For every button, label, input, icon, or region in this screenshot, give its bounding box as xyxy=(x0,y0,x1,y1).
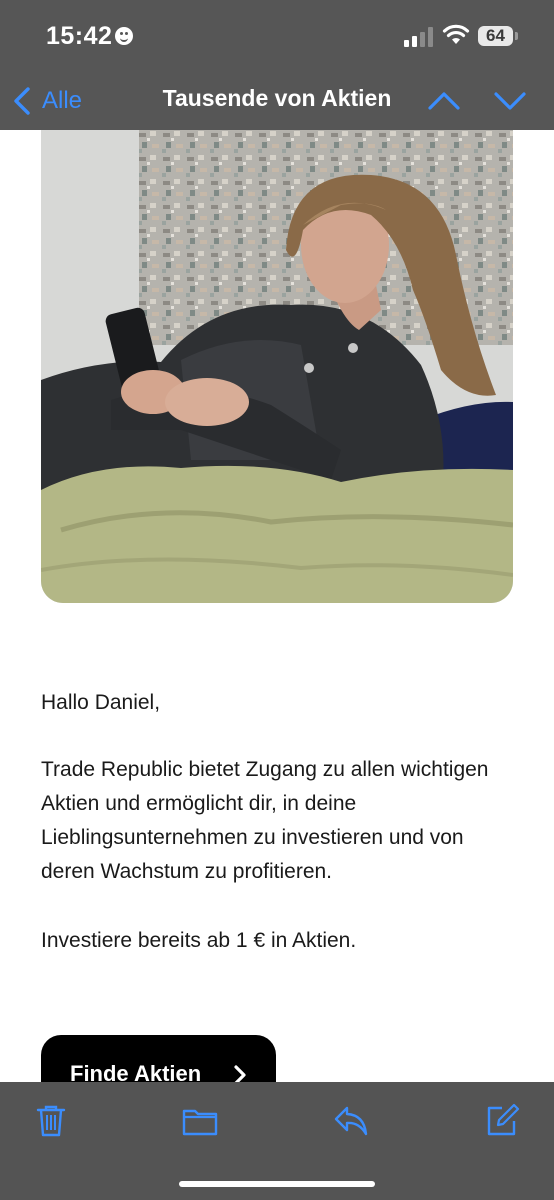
reply-icon[interactable] xyxy=(333,1102,369,1138)
folder-icon[interactable] xyxy=(182,1102,218,1138)
cellular-signal-icon xyxy=(404,27,433,47)
mail-nav-bar: Alle Tausende von Aktien xyxy=(0,72,554,130)
battery-icon: 64 xyxy=(478,26,518,48)
email-body-paragraph: Trade Republic bietet Zugang zu allen wi… xyxy=(41,758,489,883)
mail-subject-title: Tausende von Aktien xyxy=(162,85,392,111)
wifi-icon xyxy=(442,24,470,44)
next-message-chevron-down-icon[interactable] xyxy=(494,88,526,114)
focus-face-icon xyxy=(115,27,133,45)
status-time: 15:42 xyxy=(46,22,113,50)
status-bar: 15:42 64 xyxy=(0,0,554,72)
previous-message-chevron-up-icon[interactable] xyxy=(428,88,460,114)
hero-illustration xyxy=(41,130,513,603)
email-greeting: Hallo Daniel, xyxy=(41,691,161,714)
hero-image xyxy=(41,130,513,603)
home-indicator xyxy=(179,1181,375,1187)
trash-icon[interactable] xyxy=(33,1102,69,1138)
email-offer-text: Investiere bereits ab 1 € in Aktien. xyxy=(41,929,357,952)
compose-icon[interactable] xyxy=(484,1102,520,1138)
battery-level: 64 xyxy=(478,26,513,46)
